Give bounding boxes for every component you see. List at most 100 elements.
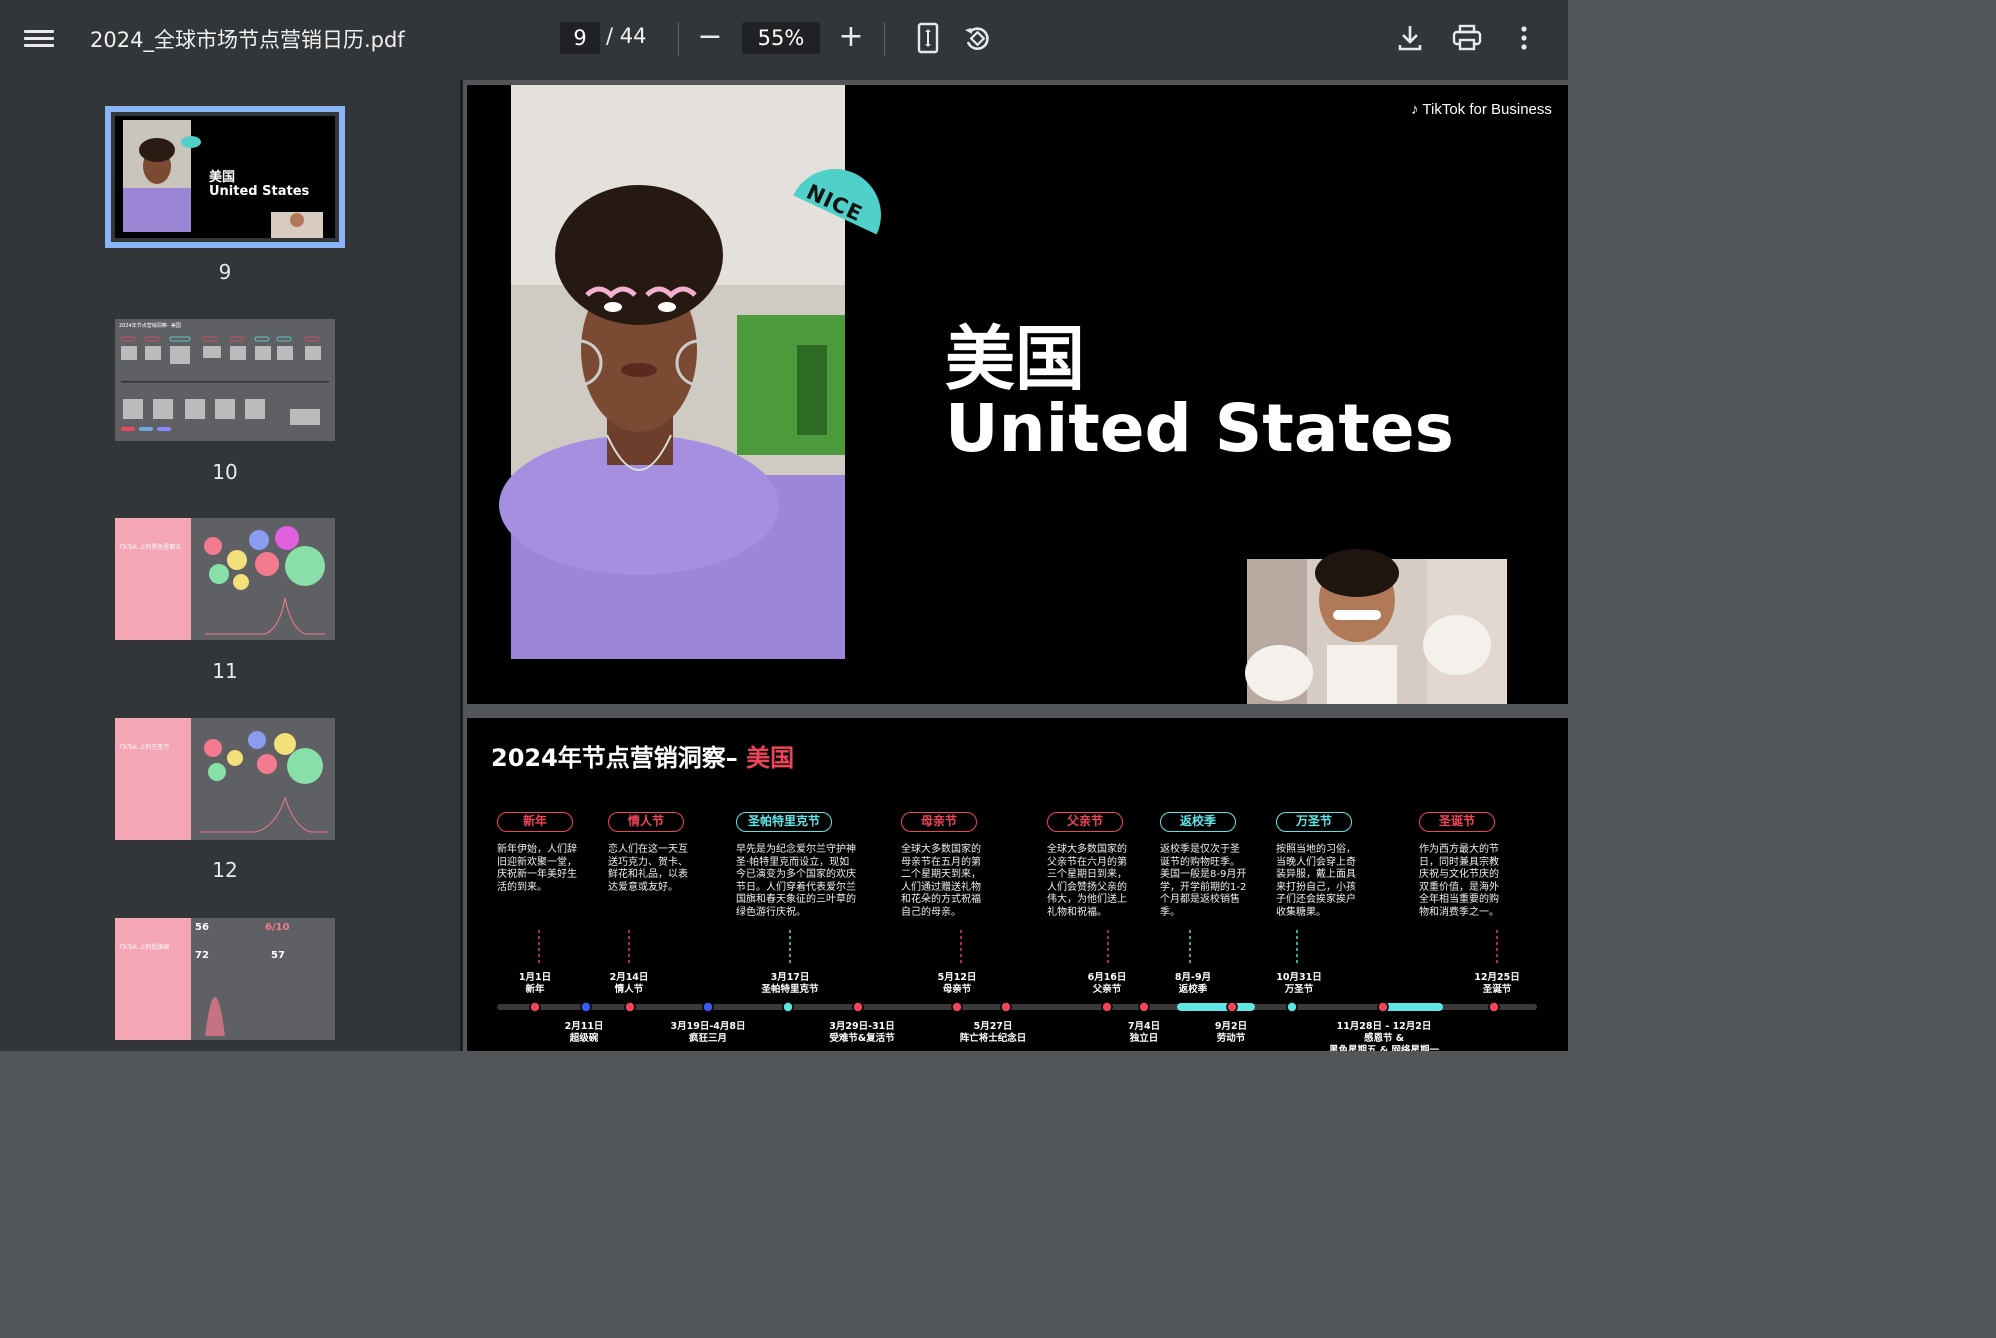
thumbnail-stat: 57 [271,950,285,961]
timeline-event-name: 圣诞节 [1482,984,1512,995]
timeline-date: 3月17日 [770,972,810,983]
timeline-dot [1286,1001,1298,1013]
thumbnail-title: TikTok 上的黑色星期五 [119,544,182,551]
timeline-event-name: 阵亡将士纪念日 [959,1033,1027,1044]
thumbnail-preview [115,518,325,640]
timeline-date: 3月29日-31日 [829,1021,895,1032]
thumbnail-stat: 56 [195,922,209,933]
thumbnail-title-cn: 美国 [209,170,236,185]
timeline-event-name: 感恩节 & [1363,1033,1405,1044]
timeline-date: 5月12日 [937,972,977,983]
slide-page-9: NICE ♪ TikTok for Business 美国 United Sta… [467,85,1568,704]
timeline-range-black-friday [1385,1003,1443,1011]
timeline-event-name: 圣帕特里克节 [761,984,819,995]
timeline-event-name: 父亲节 [1092,984,1122,995]
document-viewer[interactable]: NICE ♪ TikTok for Business 美国 United Sta… [463,80,1568,1051]
slide-page-10: 2024年节点营销洞察– 美国 新年 新年伊始，人们辞旧迎新欢聚一堂，庆祝新一年美… [467,718,1568,1051]
timeline-label-bottom: 5月27日 阵亡将士纪念日 [923,1021,1063,1045]
slide-title-en: United States [945,390,1454,467]
timeline-event-name: 母亲节 [942,984,972,995]
timeline-date: 11月28日 - 12月2日 [1336,1021,1432,1032]
timeline-dot [1000,1001,1012,1013]
timeline-date: 5月27日 [973,1021,1013,1032]
thumbnail-label: 11 [212,659,238,683]
zoom-out-button[interactable]: − [690,18,730,58]
timeline-label-bottom: 黑色星期五 & 网络星期一 [1314,1045,1454,1051]
timeline-dot [1226,1001,1238,1013]
menu-icon[interactable] [24,26,54,52]
timeline-event-name: 超级碗 [569,1033,599,1044]
timeline-label-bottom: 11月28日 - 12月2日 感恩节 & [1314,1021,1454,1045]
timeline-dot [1138,1001,1150,1013]
timeline-date: 6月16日 [1087,972,1127,983]
rotate-icon[interactable] [960,20,996,56]
thumbnail-stat: 6/10 [265,922,290,933]
timeline-dot [580,1001,592,1013]
timeline-dot [1488,1001,1500,1013]
thumbnail-page-9[interactable]: 美国 United States [105,106,345,248]
page-number-input[interactable]: 9 [560,22,600,54]
timeline-label-top: 6月16日 父亲节 [1057,972,1157,996]
timeline-label-top: 12月25日 圣诞节 [1447,972,1547,996]
timeline-label-bottom: 3月19日-4月8日 疯狂三月 [638,1021,778,1045]
tiktok-logo: ♪ TikTok for Business [1411,101,1552,118]
timeline-date: 2月11日 [564,1021,604,1032]
thumbnail-page-10[interactable]: 2024年节点营销洞察– 美国 [115,319,335,441]
timeline-event-name: 万圣节 [1284,984,1314,995]
timeline-dot [1101,1001,1113,1013]
thumbnail-label: 12 [212,858,238,882]
thumbnail-preview [115,718,327,840]
thumbnail-title-en: United States [209,184,310,199]
timeline-label-top: 5月12日 母亲节 [907,972,1007,996]
timeline-date: 2月14日 [609,972,649,983]
timeline-label-top: 8月-9月 返校季 [1143,972,1243,996]
thumbnail-preview [115,918,225,1040]
thumbnail-label: 9 [218,260,232,284]
more-options-icon[interactable] [1506,20,1542,56]
timeline-event-name: 黑色星期五 & 网络星期一 [1329,1045,1439,1051]
thumbnail-title: TikTok 上的超级碗 [119,944,170,951]
timeline-date: 3月19日-4月8日 [670,1021,746,1032]
zoom-level-input[interactable]: 55% [742,22,820,54]
thumbnail-page-12[interactable]: TikTok 上的万圣节 [115,718,335,840]
print-icon[interactable] [1449,20,1485,56]
timeline [497,930,1537,1013]
timeline-event-name: 情人节 [614,984,644,995]
timeline-date: 12月25日 [1474,972,1520,983]
timeline-event-name: 新年 [525,984,545,995]
thumbnail-title: TikTok 上的万圣节 [119,744,170,751]
timeline-event-name: 劳动节 [1216,1033,1246,1044]
fit-to-page-icon[interactable] [910,20,946,56]
timeline-dot [852,1001,864,1013]
thumbnail-page-11[interactable]: TikTok 上的黑色星期五 [115,518,335,640]
download-icon[interactable] [1392,20,1428,56]
timeline-event-name: 受难节&复活节 [829,1033,895,1044]
timeline-label-top: 2月14日 情人节 [579,972,679,996]
timeline-dot [702,1001,714,1013]
toolbar-divider [678,22,679,56]
timeline-range-back-to-school [1177,1003,1255,1011]
toolbar-divider [884,22,885,56]
zoom-in-button[interactable]: + [831,18,871,58]
timeline-date: 9月2日 [1214,1021,1248,1032]
timeline-label-bottom: 3月29日-31日 受难节&复活节 [792,1021,932,1045]
timeline-event-name: 疯狂三月 [688,1033,727,1044]
timeline-label-bottom: 2月11日 超级碗 [514,1021,654,1045]
timeline-date: 8月-9月 [1174,972,1212,983]
timeline-dot [624,1001,636,1013]
thumbnail-title: 2024年节点营销洞察– 美国 [119,323,181,329]
timeline-label-top: 3月17日 圣帕特里克节 [740,972,840,996]
timeline-dot [951,1001,963,1013]
thumbnail-label: 10 [212,460,238,484]
timeline-date: 10月31日 [1276,972,1322,983]
thumbnail-page-13[interactable]: TikTok 上的超级碗 56 6/10 72 57 [115,918,335,1040]
timeline-date: 1月1日 [518,972,552,983]
timeline-dot [782,1001,794,1013]
pdf-toolbar: 2024_全球市场节点营销日历.pdf 9 / 44 − 55% + [0,0,1568,80]
page-total: / 44 [606,24,647,48]
brand-name: TikTok for Business [1422,101,1552,118]
thumbnail-stat: 72 [195,950,209,961]
timeline-label-bottom: 9月2日 劳动节 [1161,1021,1301,1045]
timeline-label-top: 1月1日 新年 [485,972,585,996]
slide-title-cn: 美国 [945,318,1085,400]
